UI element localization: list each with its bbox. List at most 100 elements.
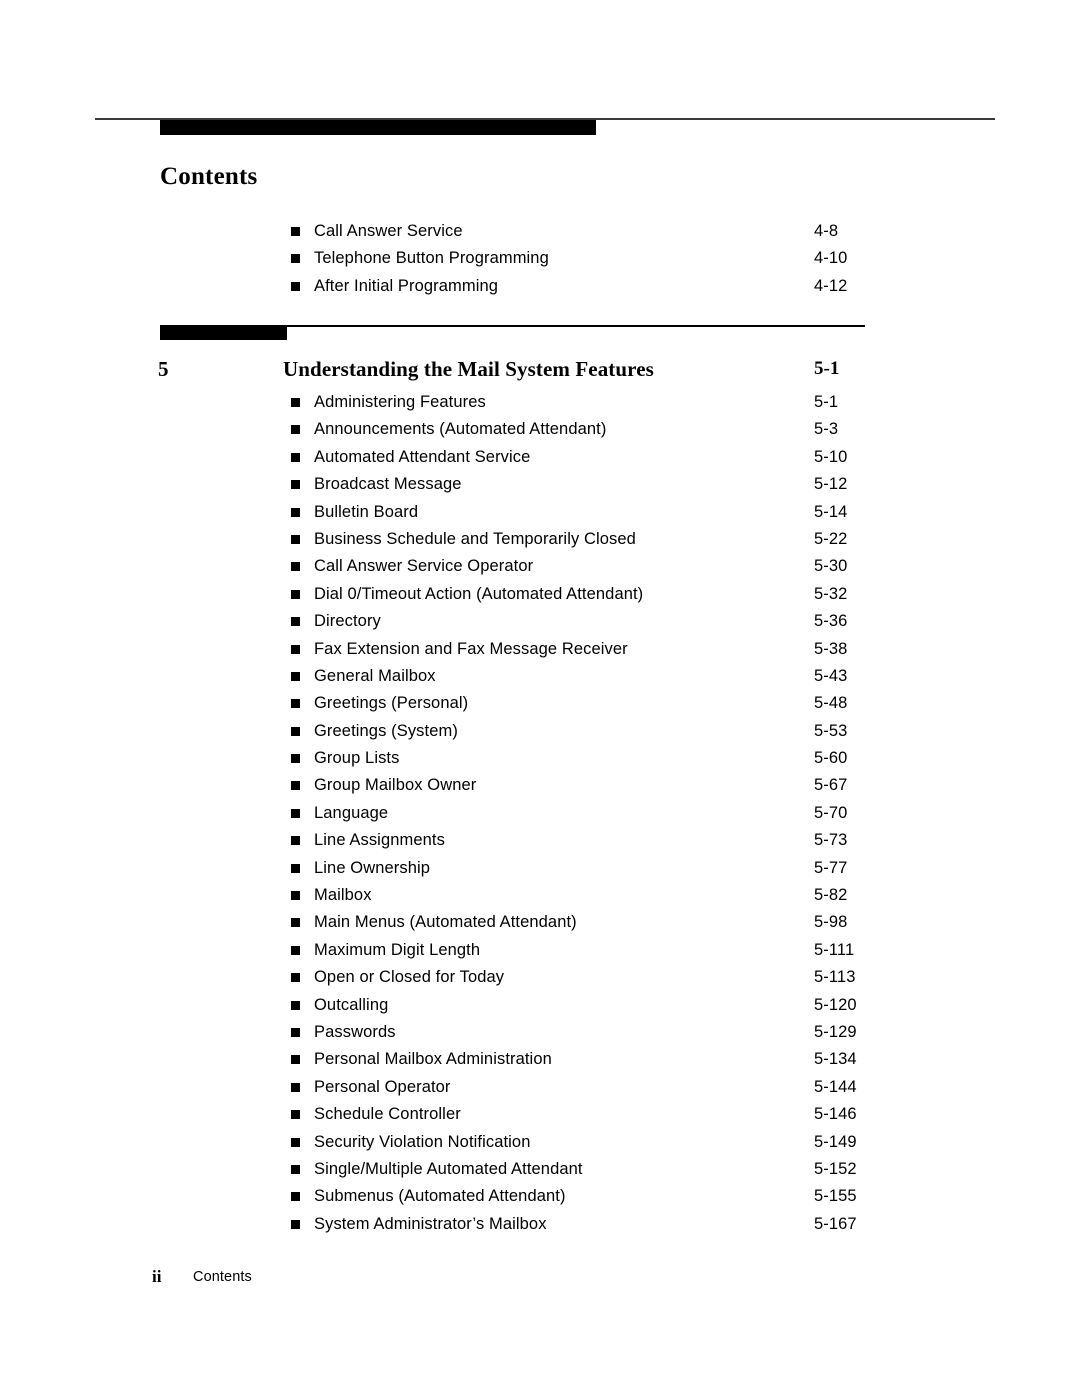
toc-entry-row[interactable]: Language 5-70 [0,801,1080,828]
toc-entry-row[interactable]: Dial 0/Timeout Action (Automated Attenda… [0,582,1080,609]
toc-entry-row[interactable]: Call Answer Service 4-8 [0,219,1080,246]
toc-entry-label[interactable]: Single/Multiple Automated Attendant [314,1157,583,1181]
toc-entry-row[interactable]: Group Mailbox Owner 5-67 [0,773,1080,800]
toc-entry-label[interactable]: Maximum Digit Length [314,938,480,962]
toc-entry-row[interactable]: Directory 5-36 [0,609,1080,636]
toc-entry-label[interactable]: Fax Extension and Fax Message Receiver [314,637,628,661]
square-bullet-icon [291,781,300,791]
toc-entry-page-number: 5-129 [814,1022,857,1041]
square-bullet-icon [291,589,300,599]
toc-entry-label[interactable]: Line Assignments [314,828,445,852]
toc-entry-row[interactable]: Announcements (Automated Attendant) 5-3 [0,417,1080,444]
toc-entry-row[interactable]: Main Menus (Automated Attendant) 5-98 [0,910,1080,937]
toc-entry-label[interactable]: Administering Features [314,390,486,414]
toc-entry-page-number: 4-10 [814,249,848,268]
toc-entry-row[interactable]: Group Lists 5-60 [0,746,1080,773]
toc-list-chapter-5: Administering Features 5-1 Announcements (… [0,390,1080,1239]
toc-entry-label[interactable]: Line Ownership [314,856,430,880]
toc-entry-row[interactable]: Call Answer Service Operator 5-30 [0,554,1080,581]
toc-entry-page-number: 5-82 [814,886,848,905]
square-bullet-icon [291,281,300,291]
toc-entry-row[interactable]: Fax Extension and Fax Message Receiver 5-… [0,637,1080,664]
toc-entry-label[interactable]: Group Mailbox Owner [314,773,476,797]
toc-entry-label[interactable]: Announcements (Automated Attendant) [314,417,606,441]
toc-entry-page-number: 5-155 [814,1187,857,1206]
toc-entry-label[interactable]: Greetings (System) [314,719,458,743]
toc-entry-label[interactable]: Dial 0/Timeout Action (Automated Attenda… [314,582,643,606]
toc-entry-label[interactable]: Greetings (Personal) [314,691,468,715]
toc-entry-page-number: 5-3 [814,420,839,439]
toc-entry-row[interactable]: Line Assignments 5-73 [0,828,1080,855]
chapter-heading-row[interactable]: 5 Understanding the Mail System Features… [0,356,1080,384]
toc-entry-page-number: 5-111 [814,940,855,959]
toc-entry-label[interactable]: Directory [314,609,381,633]
toc-entry-page-number: 4-8 [814,222,839,240]
toc-entry-label[interactable]: Call Answer Service Operator [314,554,533,578]
footer-label: Contents [193,1269,252,1285]
toc-entry-page-number: 4-12 [814,276,848,295]
toc-entry-label[interactable]: Personal Operator [314,1075,451,1099]
top-divider [95,118,995,138]
toc-entry-row[interactable]: Personal Mailbox Administration 5-134 [0,1047,1080,1074]
toc-entry-label[interactable]: Bulletin Board [314,500,418,524]
toc-entry-row[interactable]: Personal Operator 5-144 [0,1075,1080,1102]
toc-entry-row[interactable]: Schedule Controller 5-146 [0,1102,1080,1129]
toc-entry-label[interactable]: Mailbox [314,883,372,907]
square-bullet-icon [291,425,300,435]
toc-entry-page-number: 5-22 [814,529,848,548]
square-bullet-icon [291,254,300,264]
toc-entry-row[interactable]: Outcalling 5-120 [0,993,1080,1020]
toc-entry-page-number: 5-70 [814,803,848,822]
toc-entry-label[interactable]: Group Lists [314,746,399,770]
toc-entry-row[interactable]: Single/Multiple Automated Attendant 5-152 [0,1157,1080,1184]
toc-entry-label[interactable]: Telephone Button Programming [314,246,549,270]
toc-entry-row[interactable]: Administering Features 5-1 [0,390,1080,417]
chapter-black-tab [160,327,287,340]
toc-entry-label[interactable]: Main Menus (Automated Attendant) [314,910,577,934]
toc-entry-row[interactable]: After Initial Programming 4-12 [0,274,1080,301]
square-bullet-icon [291,507,300,517]
toc-entry-label[interactable]: Business Schedule and Temporarily Closed [314,527,636,551]
toc-entry-row[interactable]: Line Ownership 5-77 [0,856,1080,883]
toc-entry-page-number: 5-120 [814,995,857,1014]
toc-entry-label[interactable]: Language [314,801,388,825]
toc-list-continued: Call Answer Service 4-8 Telephone Button P… [0,219,1080,301]
toc-entry-label[interactable]: General Mailbox [314,664,436,688]
chapter-title[interactable]: Understanding the Mail System Features [283,356,654,382]
toc-entry-page-number: 5-38 [814,639,848,658]
toc-entry-row[interactable]: Business Schedule and Temporarily Closed… [0,527,1080,554]
toc-entry-row[interactable]: System Administrator’s Mailbox 5-167 [0,1212,1080,1239]
toc-entry-label[interactable]: Passwords [314,1020,396,1044]
toc-entry-row[interactable]: Maximum Digit Length 5-111 [0,938,1080,965]
toc-entry-page-number: 5-12 [814,475,848,494]
top-black-tab [160,120,596,135]
toc-entry-row[interactable]: General Mailbox 5-43 [0,664,1080,691]
toc-entry-row[interactable]: Security Violation Notification 5-149 [0,1130,1080,1157]
toc-entry-page-number: 5-43 [814,666,848,685]
toc-entry-row[interactable]: Greetings (Personal) 5-48 [0,691,1080,718]
toc-entry-row[interactable]: Greetings (System) 5-53 [0,719,1080,746]
toc-entry-label[interactable]: Personal Mailbox Administration [314,1047,552,1071]
square-bullet-icon [291,1000,300,1010]
toc-entry-row[interactable]: Mailbox 5-82 [0,883,1080,910]
toc-entry-row[interactable]: Open or Closed for Today 5-113 [0,965,1080,992]
toc-entry-label[interactable]: Outcalling [314,993,388,1017]
toc-entry-row[interactable]: Telephone Button Programming 4-10 [0,246,1080,273]
toc-entry-row[interactable]: Passwords 5-129 [0,1020,1080,1047]
toc-entry-row[interactable]: Broadcast Message 5-12 [0,472,1080,499]
toc-entry-label[interactable]: Broadcast Message [314,472,462,496]
toc-entry-label[interactable]: Automated Attendant Service [314,445,530,469]
toc-entry-label[interactable]: Call Answer Service [314,219,463,243]
toc-entry-label[interactable]: System Administrator’s Mailbox [314,1212,547,1236]
page-title: Contents [160,163,258,190]
toc-entry-row[interactable]: Automated Attendant Service 5-10 [0,445,1080,472]
toc-entry-label[interactable]: Security Violation Notification [314,1130,531,1154]
toc-entry-row[interactable]: Bulletin Board 5-14 [0,500,1080,527]
toc-entry-label[interactable]: Schedule Controller [314,1102,461,1126]
toc-entry-label[interactable]: Open or Closed for Today [314,965,504,989]
toc-entry-label[interactable]: Submenus (Automated Attendant) [314,1184,566,1208]
toc-entry-label[interactable]: After Initial Programming [314,274,498,298]
toc-entry-row[interactable]: Submenus (Automated Attendant) 5-155 [0,1184,1080,1211]
square-bullet-icon [291,480,300,490]
square-bullet-icon [291,836,300,846]
